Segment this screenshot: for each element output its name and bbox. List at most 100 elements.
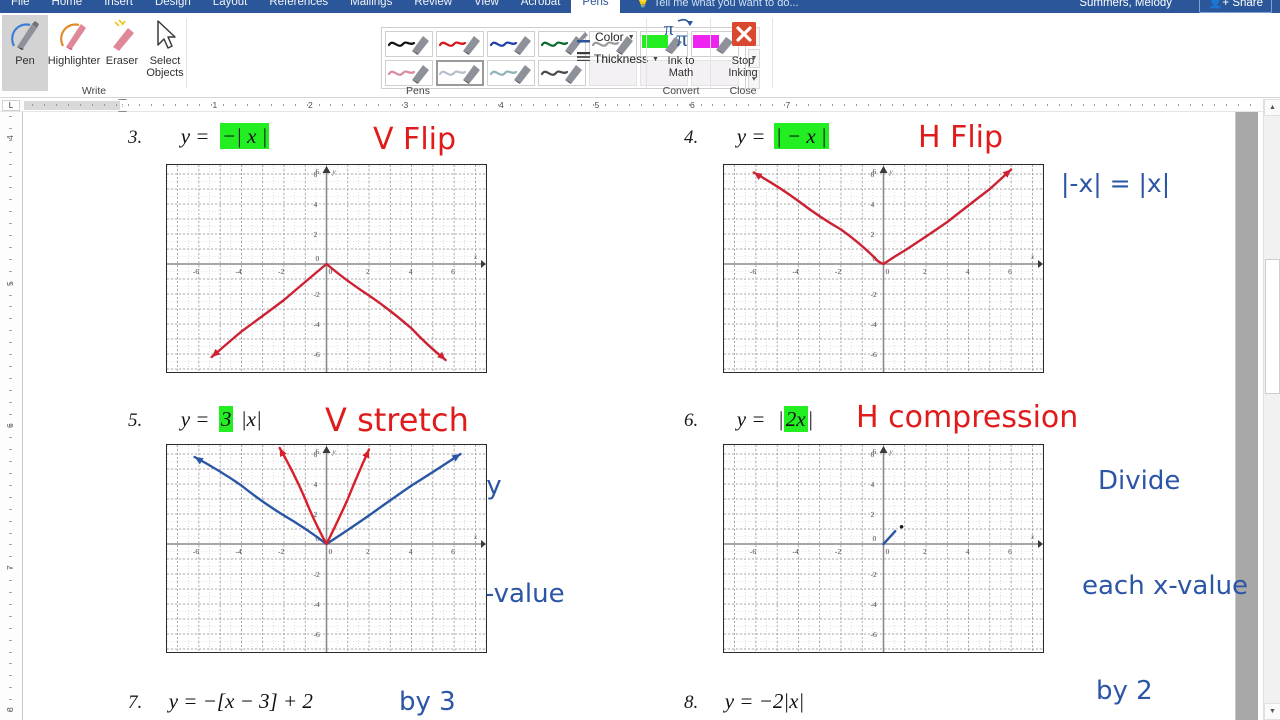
- scroll-up-icon[interactable]: ▲: [1264, 99, 1280, 116]
- ruler-tick: [366, 104, 368, 106]
- highlighter-tool-button[interactable]: Highlighter: [48, 15, 100, 91]
- scrollbar-thumb[interactable]: [1265, 259, 1280, 394]
- vruler-tick: [9, 377, 12, 379]
- pen-red-swatch[interactable]: [436, 31, 484, 57]
- vruler-tick: [9, 235, 12, 236]
- lightbulb-icon: 💡: [636, 0, 650, 9]
- problem-4-eq-highlight: | − x |: [773, 123, 829, 149]
- eraser-tool-button[interactable]: Eraser: [100, 15, 144, 91]
- pen-pink-swatch[interactable]: [385, 60, 433, 86]
- svg-text:y: y: [889, 448, 894, 456]
- ribbon-tab-acrobat[interactable]: Acrobat: [510, 0, 572, 13]
- ruler-tick: [1201, 104, 1203, 106]
- pen-color-button[interactable]: Color ▼: [576, 27, 635, 47]
- ruler-tick: [199, 104, 201, 106]
- ribbon-tab-mailings[interactable]: Mailings: [339, 0, 403, 13]
- vruler-tick: [9, 496, 12, 498]
- problem-3-graph-svg: xy-6 -4 -2 0 2 4 6642-2-4-606: [167, 165, 486, 372]
- problem-5-graph[interactable]: x y -6 -4 -2 0 2 4 6 6 4 2 -2 -4 -6 0 6: [166, 444, 487, 653]
- tell-me-search-box[interactable]: 💡 Tell me what you want to do...: [636, 0, 799, 13]
- ribbon-tab-layout[interactable]: Layout: [202, 0, 259, 13]
- pen-icon: [8, 15, 42, 53]
- vruler-tick: [9, 532, 12, 534]
- svg-text:x: x: [473, 253, 478, 261]
- ruler-tick: [390, 104, 392, 106]
- ruler-tick: [354, 104, 356, 106]
- ruler-tick: [1225, 104, 1227, 106]
- svg-text:-2: -2: [314, 290, 320, 299]
- problem-5-eq-highlight: 3: [218, 406, 234, 432]
- problem-3-eq-highlight: −| x |: [219, 123, 270, 149]
- ruler-tick: [103, 104, 105, 106]
- problem-3-graph[interactable]: x y -6 -4 -2 0 2 4 6 6 4 2 -2 -4 -6 0 6: [166, 164, 487, 373]
- pen-tool-button[interactable]: Pen: [2, 15, 48, 91]
- vruler-tick: [9, 520, 12, 522]
- svg-text:2: 2: [871, 510, 875, 519]
- ruler-tick: [485, 104, 487, 106]
- ruler-tick: [1142, 104, 1144, 106]
- problem-8-equation: y = −2|x|: [724, 689, 805, 713]
- group-separator: [186, 18, 187, 88]
- vertical-ruler[interactable]: 4 5 6 7 8: [0, 112, 22, 720]
- pen-blue-swatch[interactable]: [487, 31, 535, 57]
- document-canvas[interactable]: 3. y = −| x | V Flip x y -6 -4 -2 0 2 4 6 6 4 2 -2 -4…: [22, 112, 1258, 720]
- share-icon: 👤+: [1208, 0, 1230, 9]
- group-separator: [772, 18, 773, 88]
- ruler-tick: [640, 104, 642, 106]
- ruler-tick: [1022, 104, 1024, 106]
- tab-stop-selector[interactable]: L: [2, 100, 20, 111]
- vruler-tick: [9, 246, 12, 248]
- ruler-tick: [509, 104, 511, 106]
- horizontal-ruler[interactable]: L 1 2 3 4 5 6 7: [0, 99, 1280, 112]
- ruler-tick: [700, 104, 702, 106]
- group-separator: [646, 18, 647, 88]
- ribbon-tab-insert[interactable]: Insert: [93, 0, 144, 13]
- svg-text:-2: -2: [871, 570, 877, 579]
- ink-to-math-line2: Math: [668, 67, 694, 79]
- ribbon-tab-view[interactable]: View: [463, 0, 510, 13]
- ribbon-tab-pens[interactable]: Pens: [571, 0, 620, 13]
- group-label-close: Close: [729, 85, 757, 97]
- vruler-tick: [9, 556, 12, 558]
- vertical-scrollbar[interactable]: ▲ ▼: [1263, 99, 1280, 720]
- ribbon-tab-file[interactable]: File: [0, 0, 41, 13]
- vruler-tick: [9, 473, 12, 474]
- vruler-tick: [9, 270, 12, 272]
- problem-8-number: 8.: [684, 692, 699, 713]
- svg-text:π: π: [676, 26, 688, 51]
- vruler-tick: [9, 306, 12, 308]
- select-objects-button[interactable]: Select Objects: [142, 15, 188, 91]
- document-page[interactable]: 3. y = −| x | V Flip x y -6 -4 -2 0 2 4 6 6 4 2 -2 -4…: [22, 112, 1248, 720]
- vruler-tick: [9, 294, 12, 296]
- stop-inking-button[interactable]: Stop Inking: [720, 15, 766, 91]
- pen-black-swatch[interactable]: [385, 31, 433, 57]
- color-swatch-icon: [576, 29, 592, 46]
- share-button[interactable]: 👤+ Share: [1199, 0, 1272, 13]
- problem-6-graph[interactable]: x y -6 -4 -2 0 2 4 6 6 4 2 -2 -4 -6 0 6: [723, 444, 1044, 653]
- ink-to-math-button[interactable]: π π Ink to Math: [658, 15, 704, 91]
- ribbon-tab-references[interactable]: References: [258, 0, 339, 13]
- horizontal-ruler-track[interactable]: 1 2 3 4 5 6 7: [24, 100, 1256, 110]
- vruler-tick: [9, 151, 12, 153]
- pen-silver-swatch[interactable]: [436, 60, 484, 86]
- svg-text:6: 6: [873, 447, 877, 456]
- svg-text:-6: -6: [314, 630, 320, 639]
- ruler-tick: [342, 104, 344, 106]
- ruler-tick: [927, 104, 929, 106]
- problem-3-red-annotation: V Flip: [373, 122, 457, 157]
- ruler-tick: [175, 104, 177, 106]
- pen-teal-swatch[interactable]: [487, 60, 535, 86]
- ruler-tick: [951, 104, 953, 106]
- user-account-label[interactable]: Summers, Melody: [1079, 0, 1172, 13]
- ruler-tick: [414, 104, 415, 106]
- ruler-tick: [163, 104, 165, 106]
- group-label-convert: Convert: [662, 85, 700, 97]
- problem-4-equation: 4. y = | − x |: [684, 123, 829, 149]
- problem-4-graph[interactable]: x y -6 -4 -2 0 2 4 6 6 4 2 -2 -4 -6 0 6: [723, 164, 1044, 373]
- scroll-down-icon[interactable]: ▼: [1264, 703, 1280, 720]
- ribbon-tab-review[interactable]: Review: [403, 0, 463, 13]
- ribbon-tab-home[interactable]: Home: [41, 0, 94, 13]
- ruler-tick: [843, 104, 845, 106]
- ribbon-tab-design[interactable]: Design: [144, 0, 202, 13]
- vruler-tick: [9, 223, 12, 225]
